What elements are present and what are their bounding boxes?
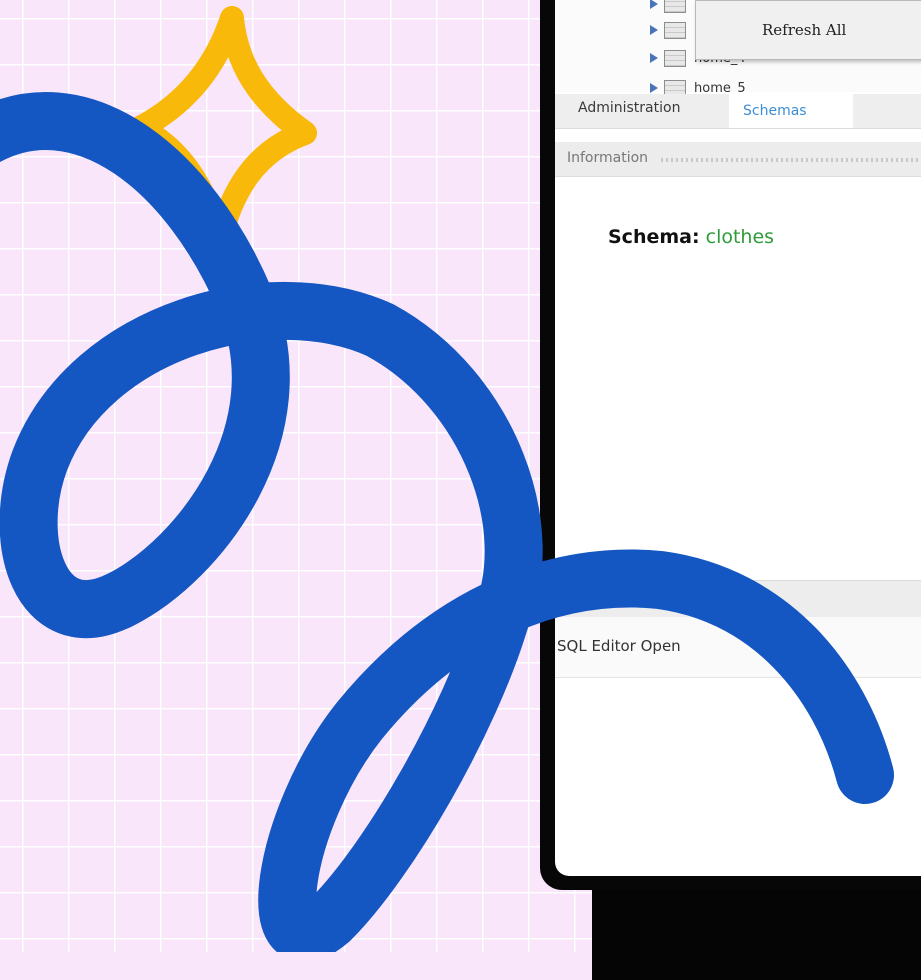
tab-administration[interactable]: Administration — [578, 100, 680, 116]
menu-item-refresh-all[interactable]: Refresh All — [762, 21, 846, 39]
expand-arrow-icon[interactable] — [650, 25, 658, 35]
information-title: Information — [567, 150, 649, 166]
expand-arrow-icon[interactable] — [650, 53, 658, 63]
schema-info: Schema: clothes — [608, 226, 774, 248]
panel-tabs: Administration Schemas — [555, 94, 921, 129]
tab-schemas[interactable]: Schemas — [729, 94, 853, 128]
status-text: SQL Editor Open — [557, 637, 681, 655]
schema-value: clothes — [705, 226, 775, 248]
context-menu: Refresh All — [695, 0, 921, 60]
schema-tree: home_4 home_5 Refresh All — [555, 0, 921, 97]
app-screen: home_4 home_5 Refresh All Administration… — [555, 0, 921, 876]
expand-arrow-icon[interactable] — [650, 0, 658, 9]
header-divider — [661, 158, 921, 162]
bottom-panel-header — [555, 580, 921, 617]
tree-item[interactable] — [650, 20, 694, 40]
table-icon — [664, 0, 686, 13]
expand-arrow-icon[interactable] — [650, 83, 658, 93]
table-icon — [664, 21, 686, 39]
tree-item[interactable] — [650, 0, 694, 14]
information-header: Information — [555, 142, 921, 177]
table-icon — [664, 49, 686, 67]
schema-label: Schema: — [608, 226, 700, 248]
